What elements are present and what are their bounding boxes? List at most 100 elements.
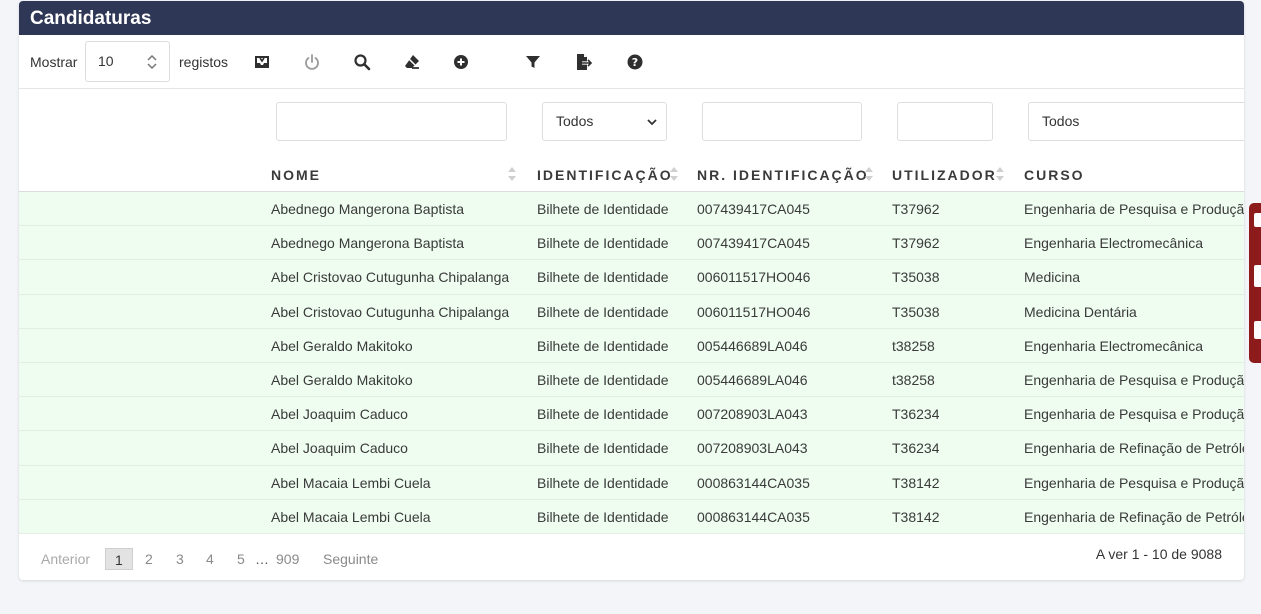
- table-footer: Anterior 1 2 3 4 5 … 909 Seguinte A ver …: [19, 534, 1244, 580]
- table-row[interactable]: Abel Geraldo Makitoko Bilhete de Identida…: [19, 328, 1244, 363]
- column-header-utilizador[interactable]: UTILIZADOR: [892, 167, 997, 183]
- toolbar: Mostrar 10 registos ?: [19, 35, 1244, 89]
- cell-nome: Abednego Mangerona Baptista: [271, 201, 465, 217]
- show-label: Mostrar: [30, 54, 78, 70]
- table-row[interactable]: Abel Macaia Lembi Cuela Bilhete de Identi…: [19, 499, 1244, 534]
- filter-nr-identificacao-input[interactable]: [702, 102, 862, 141]
- sort-icon[interactable]: [508, 165, 516, 183]
- table-row[interactable]: Abednego Mangerona Baptista Bilhete de Id…: [19, 226, 1244, 261]
- cell-utilizador: T35038: [892, 303, 940, 320]
- cell-nr-identificacao: 005446689LA046: [697, 337, 808, 354]
- power-icon[interactable]: [302, 52, 322, 72]
- table-row[interactable]: Abel Joaquim Caduco Bilhete de Identidade…: [19, 431, 1244, 466]
- cell-curso: Engenharia de Pesquisa e Produção: [1024, 201, 1244, 217]
- filter-identificacao-select[interactable]: Todos: [542, 102, 667, 141]
- cell-utilizador: T37962: [892, 235, 940, 252]
- cell-curso: Engenharia Electromecânica: [1024, 235, 1203, 252]
- table-info: A ver 1 - 10 de 9088: [1095, 546, 1222, 562]
- cell-curso: Engenharia Electromecânica: [1024, 337, 1203, 354]
- page-length-value: 10: [98, 53, 114, 69]
- pagination-next[interactable]: Seguinte: [323, 551, 378, 567]
- cell-identificacao: Bilhete de Identidade: [537, 371, 669, 388]
- cell-utilizador: T35038: [892, 269, 940, 286]
- filter-icon[interactable]: [523, 52, 543, 72]
- page-length-select[interactable]: 10: [85, 41, 170, 82]
- cell-nr-identificacao: 007439417CA045: [697, 235, 810, 252]
- pagination-page-2[interactable]: 2: [145, 551, 153, 567]
- cell-utilizador: t38258: [892, 371, 935, 388]
- sort-icon[interactable]: [670, 165, 678, 183]
- plus-circle-icon[interactable]: [451, 52, 471, 72]
- cell-utilizador: T36234: [892, 406, 940, 423]
- pagination-page-last[interactable]: 909: [276, 551, 299, 567]
- cell-curso: Engenharia de Refinação de Petróleo: [1024, 440, 1244, 457]
- search-icon[interactable]: [352, 52, 372, 72]
- cell-curso: Engenharia de Refinação de Petróleo: [1024, 508, 1244, 525]
- eraser-icon[interactable]: [402, 52, 422, 72]
- chevron-down-icon: [647, 119, 657, 126]
- spinner-arrows-icon: [147, 55, 157, 69]
- table-row[interactable]: Abel Geraldo Makitoko Bilhete de Identida…: [19, 362, 1244, 398]
- cell-nome: Abel Geraldo Makitoko: [271, 371, 413, 388]
- column-header-nome[interactable]: NOME: [271, 167, 321, 183]
- cell-nome: Abel Cristovao Cutugunha Chipalanga: [271, 269, 510, 286]
- pagination-page-4[interactable]: 4: [206, 551, 214, 567]
- cell-identificacao: Bilhete de Identidade: [537, 440, 669, 457]
- pagination-page-1[interactable]: 1: [105, 548, 133, 570]
- cell-nome: Abel Geraldo Makitoko: [271, 337, 413, 354]
- side-settings-tab[interactable]: [1249, 203, 1261, 363]
- help-icon[interactable]: ?: [625, 52, 645, 72]
- cell-identificacao: Bilhete de Identidade: [537, 269, 669, 286]
- records-label: registos: [179, 54, 229, 70]
- cell-nr-identificacao: 007439417CA045: [697, 201, 810, 217]
- table-row[interactable]: Abel Joaquim Caduco Bilhete de Identidade…: [19, 397, 1244, 432]
- column-filters: Todos Todos: [19, 89, 1244, 155]
- filter-curso-value: Todos: [1042, 113, 1080, 129]
- pagination-page-3[interactable]: 3: [176, 551, 184, 567]
- cell-utilizador: T38142: [892, 474, 940, 491]
- side-tab-icon: [1254, 321, 1261, 339]
- inbox-icon[interactable]: [252, 52, 272, 72]
- cell-identificacao: Bilhete de Identidade: [537, 406, 669, 423]
- filter-nome-input[interactable]: [276, 102, 507, 141]
- pagination-previous[interactable]: Anterior: [41, 551, 90, 567]
- cell-identificacao: Bilhete de Identidade: [537, 474, 669, 491]
- table-body: Abednego Mangerona Baptista Bilhete de Id…: [19, 192, 1244, 534]
- cell-nr-identificacao: 006011517HO046: [697, 303, 811, 320]
- cell-nome: Abel Macaia Lembi Cuela: [271, 508, 431, 525]
- filter-curso-select[interactable]: Todos: [1028, 102, 1244, 141]
- cell-identificacao: Bilhete de Identidade: [537, 303, 669, 320]
- side-tab-icon: [1254, 265, 1261, 287]
- cell-nome: Abednego Mangerona Baptista: [271, 235, 465, 252]
- table-row[interactable]: Abel Cristovao Cutugunha Chipalanga Bilhe…: [19, 294, 1244, 329]
- table-row[interactable]: Abel Cristovao Cutugunha Chipalanga Bilhe…: [19, 260, 1244, 295]
- column-header-nr-identificacao[interactable]: NR. IDENTIFICAÇÃO: [697, 167, 869, 183]
- pagination-page-5[interactable]: 5: [237, 551, 245, 567]
- export-icon[interactable]: [574, 52, 594, 72]
- cell-identificacao: Bilhete de Identidade: [537, 201, 669, 217]
- candidaturas-panel: Candidaturas Mostrar 10 registos ? Todos…: [19, 1, 1244, 580]
- column-header-curso[interactable]: CURSO: [1024, 167, 1085, 183]
- cell-utilizador: T38142: [892, 508, 940, 525]
- filter-utilizador-input[interactable]: [897, 102, 993, 141]
- cell-identificacao: Bilhete de Identidade: [537, 337, 669, 354]
- cell-nr-identificacao: 000863144CA035: [697, 474, 810, 491]
- sort-icon[interactable]: [996, 165, 1004, 183]
- cell-curso: Engenharia de Pesquisa e Produção: [1024, 371, 1244, 388]
- svg-text:?: ?: [632, 56, 638, 69]
- cell-nr-identificacao: 007208903LA043: [697, 440, 808, 457]
- cell-curso: Engenharia de Pesquisa e Produção: [1024, 474, 1244, 491]
- cell-nome: Abel Joaquim Caduco: [271, 406, 408, 423]
- cell-curso: Engenharia de Pesquisa e Produção: [1024, 406, 1244, 423]
- cell-utilizador: t38258: [892, 337, 935, 354]
- cell-curso: Medicina: [1024, 269, 1081, 286]
- table-row[interactable]: Abel Macaia Lembi Cuela Bilhete de Identi…: [19, 465, 1244, 500]
- cell-nr-identificacao: 005446689LA046: [697, 371, 808, 388]
- sort-icon[interactable]: [865, 165, 873, 183]
- column-header-identificacao[interactable]: IDENTIFICAÇÃO: [537, 167, 673, 183]
- cell-nome: Abel Cristovao Cutugunha Chipalanga: [271, 303, 510, 320]
- cell-nome: Abel Macaia Lembi Cuela: [271, 474, 431, 491]
- cell-nr-identificacao: 007208903LA043: [697, 406, 808, 423]
- cell-nr-identificacao: 006011517HO046: [697, 269, 811, 286]
- table-row[interactable]: Abednego Mangerona Baptista Bilhete de Id…: [19, 192, 1244, 227]
